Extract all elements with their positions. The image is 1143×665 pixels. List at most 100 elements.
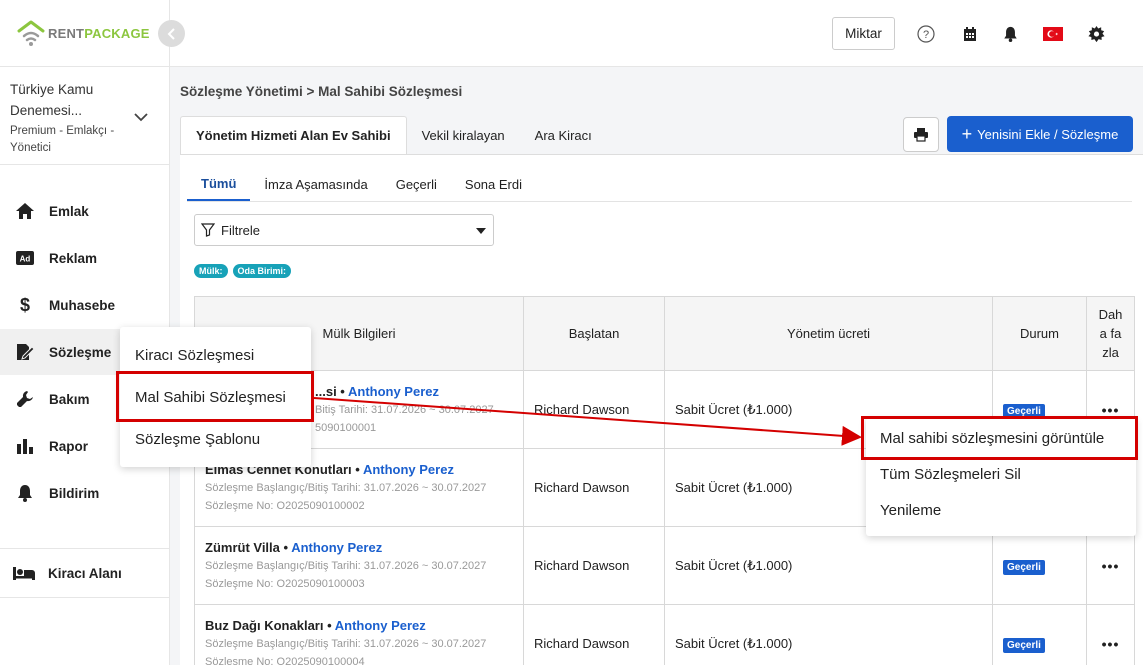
menu-item-renewal[interactable]: Yenileme (866, 492, 1136, 528)
sidebar-item-muhasebe[interactable]: $ Muhasebe (0, 282, 170, 328)
svg-text:?: ? (923, 29, 929, 41)
menu-item-view-owner-contract[interactable]: Mal sahibi sözleşmesini görüntüle (866, 420, 1136, 456)
status-subtabs: Tümü İmza Aşamasında Geçerli Sona Erdi (187, 167, 536, 201)
brand-part2: PACKAGE (84, 25, 150, 41)
filter-icon (201, 223, 215, 237)
owner-link[interactable]: Anthony Perez (291, 540, 382, 555)
subtab-sona-erdi[interactable]: Sona Erdi (451, 167, 536, 201)
menu-item-kiraci-sozlesmesi[interactable]: Kiracı Sözleşmesi (120, 334, 311, 376)
chevron-left-icon (167, 27, 175, 40)
chip-mulk[interactable]: Mülk: (194, 264, 228, 278)
subtab-imza[interactable]: İmza Aşamasında (250, 167, 381, 201)
print-button[interactable] (903, 117, 939, 152)
management-fee: Sabit Ücret (₺1.000) (664, 604, 993, 665)
add-new-contract-label: Yenisini Ekle / Sözleşme (977, 126, 1119, 142)
subtab-gecerli[interactable]: Geçerli (382, 167, 451, 201)
contract-dates: Sözleşme Başlangıç/Bitiş Tarihi: 31.07.2… (205, 638, 487, 650)
contract-flyout-menu: Kiracı Sözleşmesi Mal Sahibi Sözleşmesi … (120, 327, 311, 467)
plus-icon: + (961, 124, 973, 144)
chevron-down-icon (134, 109, 148, 127)
chart-icon (15, 436, 35, 456)
initiator: Richard Dawson (523, 370, 665, 449)
more-options-button[interactable]: ••• (1102, 402, 1120, 418)
table-row: Zümrüt Villa • Anthony Perez Sözleşme Ba… (194, 526, 1135, 605)
status-badge: Geçerli (1003, 404, 1045, 419)
filter-label: Filtrele (221, 222, 261, 238)
sidebar-item-label: Kiracı Alanı (48, 565, 122, 581)
account-switcher[interactable]: Türkiye Kamu Denemesi... Premium - Emlak… (0, 66, 170, 165)
menu-item-sozlesme-sablonu[interactable]: Sözleşme Şablonu (120, 418, 311, 460)
contract-dates: Bitiş Tarihi: 31.07.2026 ~ 30.07.2027 (315, 404, 494, 416)
more-options-button[interactable]: ••• (1102, 558, 1120, 574)
notification-bell-icon[interactable] (1000, 24, 1020, 44)
col-header-daha-fazla: Dah a fa zla (1086, 296, 1135, 371)
breadcrumb: Sözleşme Yönetimi > Mal Sahibi Sözleşmes… (180, 84, 463, 99)
sidebar-item-label: Muhasebe (49, 297, 116, 313)
table-row: Buz Dağı Konakları • Anthony Perez Sözle… (194, 604, 1135, 665)
filter-chips: Mülk: Oda Birimi: (194, 264, 292, 278)
help-icon[interactable]: ? (916, 24, 936, 44)
menu-item-mal-sahibi-sozlesmesi[interactable]: Mal Sahibi Sözleşmesi (120, 376, 311, 418)
account-name-line1: Türkiye Kamu (10, 82, 94, 97)
initiator: Richard Dawson (523, 526, 665, 605)
account-role-line2: Yönetici (10, 142, 51, 154)
owner-link[interactable]: Anthony Perez (335, 618, 426, 633)
contract-no: Sözleşme No: O2025090100003 (205, 578, 365, 590)
owner-link[interactable]: Anthony Perez (348, 384, 439, 399)
tab-ara-kiraci[interactable]: Ara Kiracı (520, 116, 607, 154)
contract-panel: Tümü İmza Aşamasında Geçerli Sona Erdi F… (180, 154, 1143, 665)
top-bar: Miktar ? (170, 0, 1143, 67)
sidebar-item-label: Reklam (49, 250, 98, 266)
property-title: ...si (315, 384, 337, 399)
subtab-tumu[interactable]: Tümü (187, 167, 251, 201)
contract-dates: Sözleşme Başlangıç/Bitiş Tarihi: 31.07.2… (205, 560, 487, 572)
miktar-button[interactable]: Miktar (832, 17, 895, 50)
bed-icon (12, 565, 36, 581)
brand-logo[interactable]: RENTPACKAGE (16, 18, 150, 48)
svg-text:$: $ (20, 295, 30, 315)
sidebar-item-tenant-area[interactable]: Kiracı Alanı (0, 548, 170, 598)
turkey-flag-icon[interactable] (1043, 24, 1063, 44)
sidebar-item-bildirim[interactable]: Bildirim (0, 470, 170, 516)
contract-no: Sözleşme No: O2025090100002 (205, 500, 365, 512)
ad-icon: Ad (15, 248, 35, 268)
printer-icon (914, 128, 928, 142)
sidebar-item-label: Sözleşme (49, 344, 112, 360)
subtab-divider (187, 201, 1132, 202)
contract-no: 5090100001 (315, 422, 377, 434)
initiator: Richard Dawson (523, 448, 665, 527)
sidebar-item-reklam[interactable]: Ad Reklam (0, 235, 170, 281)
owner-link[interactable]: Anthony Perez (363, 462, 454, 477)
contract-dates: Sözleşme Başlangıç/Bitiş Tarihi: 31.07.2… (205, 482, 487, 494)
row-actions-menu: Mal sahibi sözleşmesini görüntüle Tüm Sö… (866, 418, 1136, 536)
home-icon (15, 201, 35, 221)
bell-icon (15, 483, 35, 503)
sidebar-item-label: Bildirim (49, 485, 100, 501)
wrench-icon (15, 389, 35, 409)
tab-yonetim-hizmeti[interactable]: Yönetim Hizmeti Alan Ev Sahibi (180, 116, 407, 154)
management-fee: Sabit Ücret (₺1.000) (664, 526, 993, 605)
caret-down-icon (476, 228, 486, 234)
col-header-durum: Durum (992, 296, 1087, 371)
sidebar-item-label: Bakım (49, 391, 90, 407)
gear-icon[interactable] (1086, 24, 1106, 44)
add-new-contract-button[interactable]: + Yenisini Ekle / Sözleşme (947, 116, 1133, 152)
svg-text:Ad: Ad (20, 255, 31, 264)
property-title: Buz Dağı Konakları (205, 618, 324, 633)
contract-type-tabs: Yönetim Hizmeti Alan Ev Sahibi Vekil kir… (180, 116, 607, 154)
filter-select[interactable]: Filtrele (194, 214, 494, 246)
tab-vekil-kiralayan[interactable]: Vekil kiralayan (407, 116, 520, 154)
status-badge: Geçerli (1003, 638, 1045, 653)
col-header-baslatan: Başlatan (523, 296, 665, 371)
chip-oda-birimi[interactable]: Oda Birimi: (232, 264, 292, 278)
initiator: Richard Dawson (523, 604, 665, 665)
calendar-icon[interactable] (960, 24, 980, 44)
menu-item-delete-all-contracts[interactable]: Tüm Sözleşmeleri Sil (866, 456, 1136, 492)
brand-part1: RENT (48, 25, 85, 41)
status-badge: Geçerli (1003, 560, 1045, 575)
contract-no: Sözleşme No: O2025090100004 (205, 656, 365, 665)
more-options-button[interactable]: ••• (1102, 636, 1120, 652)
sidebar-item-emlak[interactable]: Emlak (0, 188, 170, 234)
collapse-sidebar-button[interactable] (158, 20, 185, 47)
dollar-icon: $ (15, 295, 35, 315)
